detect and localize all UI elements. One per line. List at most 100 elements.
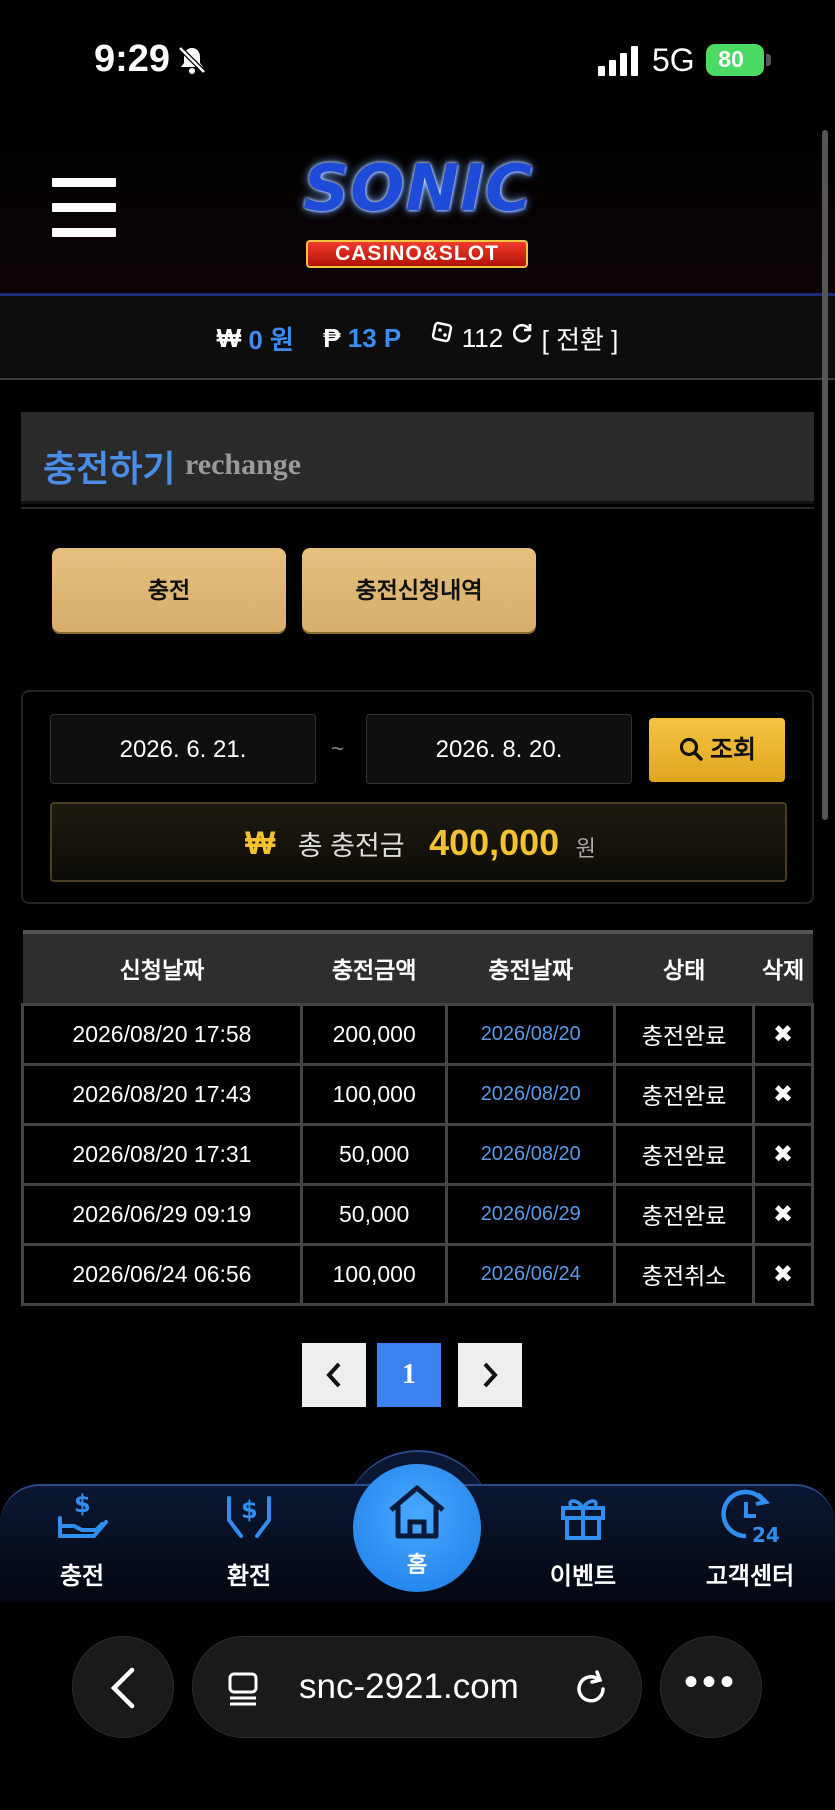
gift-icon	[561, 1499, 605, 1540]
chip-balance: 112	[461, 323, 504, 353]
chevron-left-icon	[326, 1362, 341, 1388]
header-delete: 삭제	[753, 930, 813, 1004]
amount: 100,000	[299, 1062, 449, 1126]
header-request-date: 신청날짜	[22, 930, 302, 1004]
charge-date: 2026/06/24	[445, 1242, 617, 1306]
site-logo[interactable]: SONIC CASINO&SLOT	[258, 144, 578, 268]
charge-history-table: 신청날짜 충전금액 충전날짜 상태 삭제 2026/08/20 17:58 20…	[21, 930, 814, 1306]
charge-date: 2026/08/20	[445, 1062, 617, 1126]
table-header-row: 신청날짜 충전금액 충전날짜 상태 삭제	[22, 930, 813, 1004]
total-label: 총 충전금	[297, 830, 405, 861]
battery-icon: 80	[706, 44, 771, 76]
url-text: snc-2921.com	[299, 1667, 519, 1706]
charge-history-tab-button[interactable]: 충전신청내역	[302, 548, 536, 632]
search-icon	[679, 738, 703, 762]
refresh-icon[interactable]	[510, 321, 534, 345]
header-amount: 충전금액	[301, 930, 447, 1004]
won-icon: ₩	[245, 824, 276, 861]
url-bar[interactable]: snc-2921.com	[192, 1636, 642, 1738]
nav-event-label: 이벤트	[549, 1563, 617, 1590]
table-row: 2026/08/20 17:43 100,000 2026/08/20 충전완료…	[21, 1062, 814, 1126]
money-hand-icon: $	[58, 1490, 108, 1538]
request-date: 2026/06/29 09:19	[21, 1182, 303, 1246]
convert-link[interactable]: [ 전환 ]	[542, 320, 619, 357]
nav-event[interactable]: 이벤트	[523, 1488, 643, 1591]
section-header: 충전하기 rechange	[21, 412, 814, 504]
start-date-field[interactable]: 2026. 6. 21.	[50, 714, 316, 784]
svg-text:$: $	[74, 1490, 91, 1518]
signal-icon	[598, 46, 638, 76]
status: 충전완료	[613, 1182, 756, 1246]
delete-button[interactable]: ✖	[752, 1002, 814, 1066]
search-button-label: 조회	[709, 736, 756, 764]
reload-icon[interactable]	[573, 1669, 611, 1707]
nav-support[interactable]: 24 고객센터	[690, 1488, 810, 1591]
nav-exchange-label: 환전	[226, 1563, 272, 1590]
total-value: 400,000	[429, 822, 560, 863]
home-icon	[389, 1485, 445, 1539]
scrollbar[interactable]	[822, 130, 828, 820]
point-balance: 13 P	[347, 323, 402, 353]
close-icon: ✖	[773, 1260, 794, 1288]
charge-date: 2026/08/20	[445, 1002, 617, 1066]
table-row: 2026/06/29 09:19 50,000 2026/06/29 충전완료 …	[21, 1182, 814, 1246]
chevron-right-icon	[483, 1362, 498, 1388]
browser-toolbar: snc-2921.com •••	[0, 1602, 835, 1810]
amount: 50,000	[299, 1122, 449, 1186]
svg-text:24: 24	[752, 1523, 780, 1544]
delete-button[interactable]: ✖	[752, 1122, 814, 1186]
close-icon: ✖	[773, 1020, 794, 1048]
next-page-button[interactable]	[458, 1343, 522, 1407]
header-status: 상태	[614, 930, 754, 1004]
nav-support-label: 고객센터	[705, 1563, 795, 1590]
charge-date: 2026/06/29	[445, 1182, 617, 1246]
support-24-icon: 24	[721, 1489, 780, 1544]
delete-button[interactable]: ✖	[752, 1062, 814, 1126]
balance-bar: ₩ 0 원 ₱ 13 P 112 [ 전환 ]	[0, 296, 835, 380]
total-unit: 원	[575, 836, 596, 861]
table-row: 2026/08/20 17:58 200,000 2026/08/20 충전완료…	[21, 1002, 814, 1066]
status: 충전취소	[613, 1242, 756, 1306]
hamburger-menu-button[interactable]	[52, 178, 116, 237]
delete-button[interactable]: ✖	[752, 1242, 814, 1306]
nav-home-label: 홈	[406, 1552, 428, 1577]
page-title: 충전하기	[43, 448, 176, 489]
header-charge-date: 충전날짜	[446, 930, 615, 1004]
nav-charge[interactable]: $ 충전	[22, 1488, 142, 1591]
date-separator: ~	[331, 736, 344, 761]
svg-text:$: $	[241, 1496, 258, 1524]
delete-button[interactable]: ✖	[752, 1182, 814, 1246]
status: 충전완료	[613, 1062, 756, 1126]
money-hands-icon: $	[227, 1496, 271, 1538]
charge-date: 2026/08/20	[445, 1122, 617, 1186]
site-header: SONIC CASINO&SLOT	[0, 120, 835, 296]
prev-page-button[interactable]	[302, 1343, 366, 1407]
table-row: 2026/08/20 17:31 50,000 2026/08/20 충전완료 …	[21, 1122, 814, 1186]
nav-exchange[interactable]: $ 환전	[189, 1488, 309, 1591]
search-button[interactable]: 조회	[649, 718, 785, 782]
charge-tab-button[interactable]: 충전	[52, 548, 286, 632]
battery-level: 80	[718, 46, 744, 72]
request-date: 2026/06/24 06:56	[21, 1242, 303, 1306]
close-icon: ✖	[773, 1200, 794, 1228]
more-options-button[interactable]: •••	[660, 1636, 762, 1738]
logo-text: SONIC	[303, 152, 533, 226]
nav-home[interactable]: 홈	[353, 1464, 481, 1592]
request-date: 2026/08/20 17:58	[21, 1002, 303, 1066]
amount: 100,000	[299, 1242, 449, 1306]
search-panel: 2026. 6. 21. ~ 2026. 8. 20. 조회 ₩ 총 충전금 4…	[21, 690, 814, 904]
status: 충전완료	[613, 1122, 756, 1186]
won-icon: ₩	[216, 323, 242, 353]
end-date-field[interactable]: 2026. 8. 20.	[366, 714, 632, 784]
request-date: 2026/08/20 17:31	[21, 1122, 303, 1186]
network-label: 5G	[652, 42, 695, 78]
bell-muted-icon	[178, 46, 206, 74]
won-balance: 0 원	[248, 325, 294, 355]
status: 충전완료	[613, 1002, 756, 1066]
page-1-button[interactable]: 1	[377, 1343, 441, 1407]
browser-back-button[interactable]	[72, 1636, 174, 1738]
logo-subtext: CASINO&SLOT	[306, 240, 528, 268]
request-date: 2026/08/20 17:43	[21, 1062, 303, 1126]
chevron-left-icon	[110, 1667, 135, 1709]
page-menu-icon	[228, 1672, 258, 1706]
